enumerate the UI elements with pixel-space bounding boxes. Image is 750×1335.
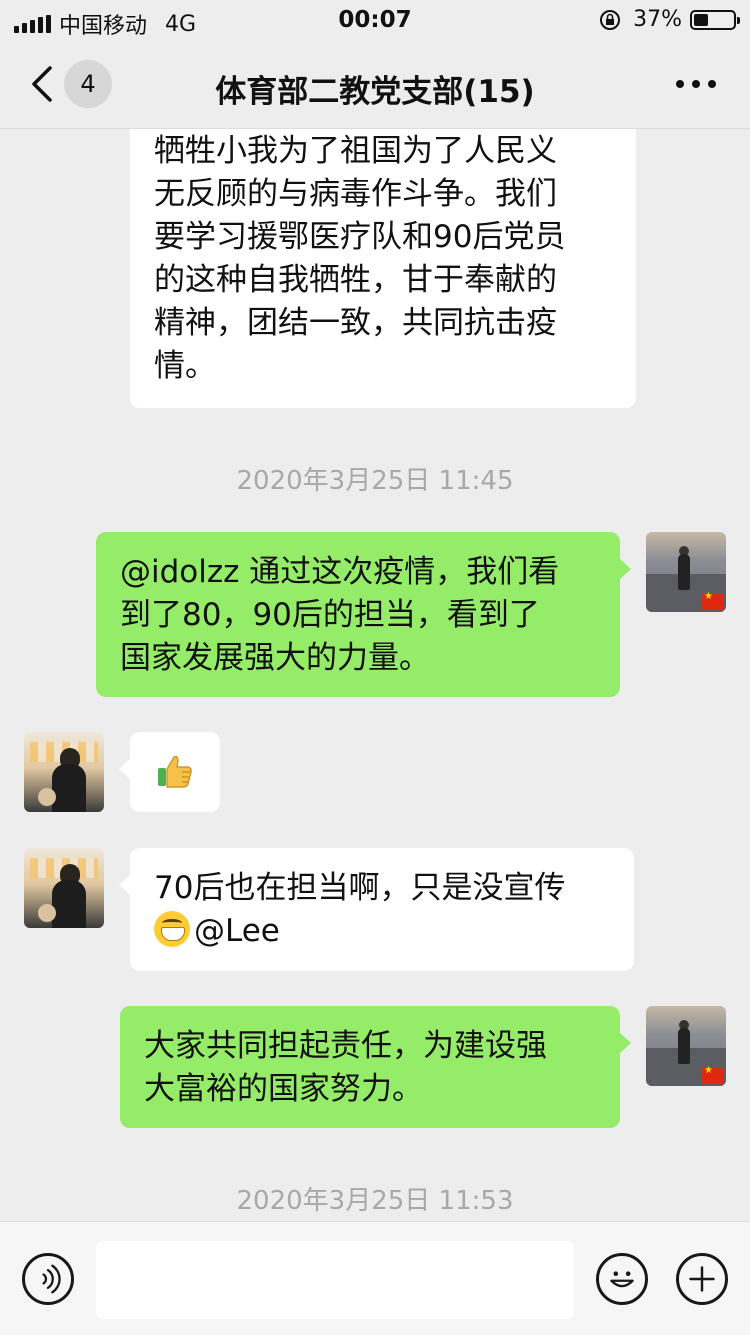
message-line: 70后也在担当啊，只是没宣传	[154, 870, 566, 906]
message-line: 精神，团结一致，共同抗击疫	[154, 305, 557, 341]
message-line: 大家共同担起责任，为建设强	[144, 1028, 547, 1064]
message-bubble[interactable]: 70后也在担当啊，只是没宣传 @Lee	[119, 848, 634, 971]
message-bubble-own[interactable]: @idolzz 通过这次疫情，我们看 到了80，90后的担当，看到了 国家发展强…	[96, 532, 631, 697]
china-flag-icon	[702, 591, 724, 610]
message-line: 的这种自我牺牲，甘于奉献的	[154, 262, 557, 298]
status-bar: 中国移动 4G 00:07 37%	[0, 0, 750, 42]
mention-link[interactable]: @Lee	[194, 913, 280, 949]
voice-icon[interactable]	[22, 1253, 74, 1305]
message-line: 情。	[154, 348, 216, 384]
chat-title: 体育部二教党支部(15)	[215, 74, 535, 110]
thumbs-up-icon	[158, 755, 192, 788]
own-avatar[interactable]	[646, 1006, 726, 1086]
member-avatar[interactable]	[24, 848, 104, 928]
message-line: 到了80，90后的担当，看到了	[120, 597, 540, 633]
message-line: 牺牲小我为了祖国为了人民义	[154, 133, 557, 169]
china-flag-icon	[702, 1065, 724, 1084]
message-line: @idolzz 通过这次疫情，我们看	[120, 554, 560, 590]
input-bar	[0, 1221, 750, 1335]
message-bubble-own[interactable]: 大家共同担起责任，为建设强 大富裕的国家努力。	[120, 1006, 631, 1128]
message-list[interactable]: 我国疫情防控工作控制，这些们 牺牲小我为了祖国为了人民义 无反顾的与病毒作斗争。…	[0, 128, 750, 1220]
message-input[interactable]	[96, 1241, 574, 1319]
message-bubble[interactable]	[119, 732, 220, 812]
emoji-icon[interactable]	[596, 1253, 648, 1305]
battery-icon	[690, 9, 740, 30]
member-avatar[interactable]	[24, 732, 104, 812]
message-line: 国家发展强大的力量。	[120, 640, 430, 676]
rotation-lock-icon	[600, 9, 621, 30]
message-bubble[interactable]: 我国疫情防控工作控制，这些们 牺牲小我为了祖国为了人民义 无反顾的与病毒作斗争。…	[130, 128, 636, 408]
message-line: 无反顾的与病毒作斗争。我们	[154, 176, 557, 212]
message-line: 大富裕的国家努力。	[144, 1071, 423, 1107]
battery-percent: 37%	[633, 7, 682, 32]
message-timestamp: 2020年3月25日 11:53	[236, 1186, 514, 1216]
status-right: 37%	[599, 7, 740, 32]
grin-icon	[154, 911, 190, 947]
battery-fill	[694, 13, 708, 26]
message-line: 要学习援鄂医疗队和90后党员	[154, 219, 566, 255]
message-line-with-mention: @Lee	[154, 910, 610, 953]
nav-bar: 4 体育部二教党支部(15)	[0, 42, 750, 129]
own-avatar[interactable]	[646, 532, 726, 612]
more-icon[interactable]	[676, 74, 716, 94]
message-timestamp: 2020年3月25日 11:45	[236, 466, 514, 496]
plus-icon[interactable]	[676, 1253, 728, 1305]
